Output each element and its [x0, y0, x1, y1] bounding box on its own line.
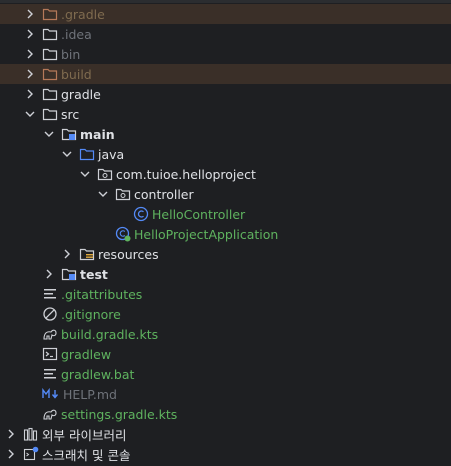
package-icon	[115, 186, 131, 202]
tree-row-build-gradle-kts[interactable]: build.gradle.kts	[0, 324, 451, 344]
tree-label: resources	[98, 246, 159, 262]
tree-label: 외부 라이브러리	[42, 427, 127, 443]
tree-label: 스크래치 및 콘솔	[42, 447, 131, 463]
tree-label: .gradle	[61, 6, 105, 22]
tree-label: .gitignore	[61, 306, 121, 322]
tree-row-gradlew-bat[interactable]: gradlew.bat	[0, 364, 451, 384]
folder-icon	[42, 66, 58, 82]
tree-row-build-dir[interactable]: build	[0, 64, 451, 84]
tree-row-gradle-dir[interactable]: .gradle	[0, 4, 451, 24]
resources-folder-icon	[79, 246, 95, 262]
chevron-down-icon[interactable]	[79, 164, 91, 184]
tree-label: HelloProjectApplication	[134, 226, 279, 242]
tree-label: gradle	[61, 86, 101, 102]
chevron-down-icon[interactable]	[43, 124, 55, 144]
tree-row-scratches[interactable]: 스크래치 및 콘솔	[0, 444, 451, 464]
tree-row-package[interactable]: com.tuioe.helloproject	[0, 164, 451, 184]
tree-row-gitattributes[interactable]: .gitattributes	[0, 284, 451, 304]
text-file-icon	[42, 286, 58, 302]
source-folder-icon	[79, 146, 95, 162]
package-icon	[97, 166, 113, 182]
tree-label: gradlew.bat	[61, 366, 135, 382]
class-icon	[133, 206, 149, 222]
chevron-right-icon[interactable]	[43, 264, 55, 284]
text-file-icon	[42, 366, 58, 382]
tree-label: .gitattributes	[61, 286, 143, 302]
gradle-file-icon	[42, 406, 58, 422]
tree-row-bin-dir[interactable]: bin	[0, 44, 451, 64]
ignore-file-icon	[42, 306, 58, 322]
tree-row-main[interactable]: main	[0, 124, 451, 144]
chevron-down-icon[interactable]	[24, 104, 36, 124]
tree-row-external-libraries[interactable]: 외부 라이브러리	[0, 424, 451, 444]
tree-row-gradle-folder[interactable]: gradle	[0, 84, 451, 104]
tree-label: src	[61, 106, 80, 122]
tree-row-java[interactable]: java	[0, 144, 451, 164]
folder-icon	[42, 106, 58, 122]
tree-label: java	[98, 146, 125, 162]
tree-row-app-class[interactable]: HelloProjectApplication	[0, 224, 451, 244]
chevron-right-icon[interactable]	[24, 24, 36, 44]
folder-icon	[42, 26, 58, 42]
tree-row-resources[interactable]: resources	[0, 244, 451, 264]
tree-row-settings-gradle-kts[interactable]: settings.gradle.kts	[0, 404, 451, 424]
tree-row-controller[interactable]: controller	[0, 184, 451, 204]
markdown-file-icon	[42, 386, 60, 402]
tree-row-gitignore[interactable]: .gitignore	[0, 304, 451, 324]
library-icon	[23, 426, 39, 442]
tree-label: gradlew	[61, 346, 112, 362]
chevron-right-icon[interactable]	[24, 64, 36, 84]
tree-label: controller	[134, 186, 194, 202]
tree-row-help-md[interactable]: HELP.md	[0, 384, 451, 404]
chevron-right-icon[interactable]	[24, 84, 36, 104]
scratch-icon	[23, 446, 39, 462]
shell-file-icon	[42, 346, 58, 362]
tree-row-test[interactable]: test	[0, 264, 451, 284]
tree-label: test	[80, 266, 108, 282]
chevron-right-icon[interactable]	[5, 424, 17, 444]
tree-label: HelloController	[152, 206, 246, 222]
tree-label: main	[80, 126, 115, 142]
chevron-down-icon[interactable]	[61, 144, 73, 164]
tree-label: build.gradle.kts	[61, 326, 159, 342]
tree-row-gradlew[interactable]: gradlew	[0, 344, 451, 364]
tree-row-src[interactable]: src	[0, 104, 451, 124]
tree-row-idea-dir[interactable]: .idea	[0, 24, 451, 44]
chevron-right-icon[interactable]	[61, 244, 73, 264]
chevron-right-icon[interactable]	[24, 4, 36, 24]
tree-label: HELP.md	[63, 386, 117, 402]
gradle-file-icon	[42, 326, 58, 342]
tree-label: build	[61, 66, 92, 82]
chevron-down-icon[interactable]	[97, 184, 109, 204]
folder-icon	[42, 6, 58, 22]
tree-row-hello-controller[interactable]: HelloController	[0, 204, 451, 224]
tree-label: com.tuioe.helloproject	[116, 166, 256, 182]
chevron-right-icon[interactable]	[24, 44, 36, 64]
tree-label: .idea	[61, 26, 92, 42]
top-border	[0, 0, 451, 3]
folder-icon	[42, 46, 58, 62]
module-folder-icon	[61, 266, 77, 282]
spring-app-icon	[115, 226, 131, 242]
folder-icon	[42, 86, 58, 102]
module-folder-icon	[61, 126, 77, 142]
tree-label: bin	[61, 46, 81, 62]
chevron-right-icon[interactable]	[5, 444, 17, 464]
tree-label: settings.gradle.kts	[61, 406, 178, 422]
